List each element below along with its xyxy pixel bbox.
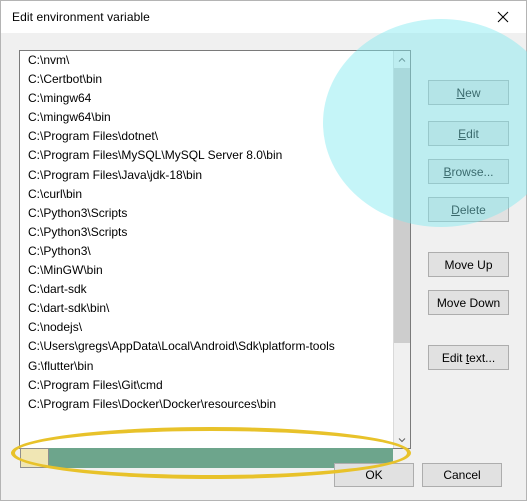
list-item[interactable]: C:\dart-sdk\bin\ [20, 299, 394, 318]
list-vertical-scrollbar[interactable] [393, 51, 410, 448]
delete-button[interactable]: Delete [428, 197, 509, 222]
chevron-down-icon[interactable] [394, 431, 410, 448]
new-button-accel: N [456, 85, 466, 100]
move-up-button[interactable]: Move Up [428, 252, 509, 277]
delete-button-accel: D [451, 202, 460, 217]
list-item[interactable]: C:\Program Files\MySQL\MySQL Server 8.0\… [20, 146, 394, 165]
list-item[interactable]: C:\Program Files\Docker\Docker\resources… [20, 395, 394, 414]
browse-button-accel: B [443, 164, 452, 179]
list-item[interactable]: C:\mingw64\bin [20, 108, 394, 127]
inline-edit-gutter [20, 448, 49, 468]
list-item[interactable]: C:\Users\gregs\AppData\Local\Android\Sdk… [20, 337, 394, 356]
scrollbar-thumb[interactable] [394, 68, 410, 343]
edit-text-button[interactable]: Edit text... [428, 345, 509, 370]
chevron-up-icon[interactable] [394, 51, 410, 68]
list-item[interactable]: C:\curl\bin [20, 185, 394, 204]
list-item[interactable]: C:\Python3\Scripts [20, 204, 394, 223]
list-item[interactable]: G:\flutter\bin [20, 357, 394, 376]
title-bar: Edit environment variable [1, 1, 526, 33]
dialog-body: C:\nvm\ C:\Certbot\bin C:\mingw64 C:\min… [1, 19, 527, 500]
edit-environment-variable-window: Edit environment variable C:\nvm\ C:\Cer… [0, 0, 527, 501]
list-item[interactable]: C:\Python3\ [20, 242, 394, 261]
edit-button[interactable]: Edit [428, 121, 509, 146]
edit-text-button-accel: t [465, 350, 470, 365]
list-item[interactable]: C:\nvm\ [20, 51, 394, 70]
window-title: Edit environment variable [12, 10, 150, 24]
list-item[interactable]: C:\Certbot\bin [20, 70, 394, 89]
list-item[interactable]: C:\Program Files\Git\cmd [20, 376, 394, 395]
list-item[interactable] [20, 414, 394, 435]
list-item[interactable]: C:\Program Files\dotnet\ [20, 127, 394, 146]
close-icon[interactable] [480, 1, 526, 32]
list-item[interactable]: C:\Program Files\Java\jdk-18\bin [20, 166, 394, 185]
path-list[interactable]: C:\nvm\ C:\Certbot\bin C:\mingw64 C:\min… [19, 50, 411, 449]
browse-button[interactable]: Browse... [428, 159, 509, 184]
path-list-items: C:\nvm\ C:\Certbot\bin C:\mingw64 C:\min… [20, 51, 394, 435]
edit-button-accel: E [458, 126, 467, 141]
move-down-button[interactable]: Move Down [428, 290, 509, 315]
list-item[interactable]: C:\MinGW\bin [20, 261, 394, 280]
list-item[interactable]: C:\nodejs\ [20, 318, 394, 337]
list-item[interactable]: C:\Python3\Scripts [20, 223, 394, 242]
list-item[interactable]: C:\dart-sdk [20, 280, 394, 299]
cancel-button[interactable]: Cancel [422, 463, 502, 487]
list-item[interactable]: C:\mingw64 [20, 89, 394, 108]
ok-button[interactable]: OK [334, 463, 414, 487]
new-button[interactable]: New [428, 80, 509, 105]
